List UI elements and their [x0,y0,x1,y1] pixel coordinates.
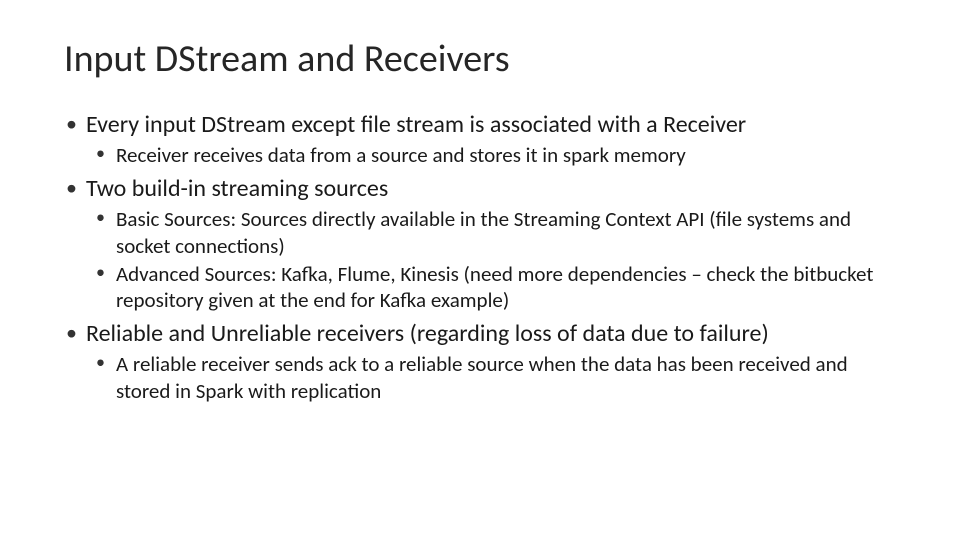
slide: Input DStream and Receivers Every input … [0,0,960,540]
sublist: A reliable receiver sends ack to a relia… [64,351,896,404]
bullet-level2: A reliable receiver sends ack to a relia… [94,351,896,404]
sublist: Basic Sources: Sources directly availabl… [64,206,896,313]
sublist: Receiver receives data from a source and… [64,142,896,168]
bullet-level2: Advanced Sources: Kafka, Flume, Kinesis … [94,261,896,314]
bullet-level1: Two build-in streaming sources [64,174,896,204]
bullet-level1: Reliable and Unreliable receivers (regar… [64,319,896,349]
bullet-level2: Receiver receives data from a source and… [94,142,896,168]
bullet-level2: Basic Sources: Sources directly availabl… [94,206,896,259]
bullet-level1: Every input DStream except file stream i… [64,110,896,140]
bullet-list: Every input DStream except file stream i… [64,110,896,404]
slide-title: Input DStream and Receivers [64,36,896,82]
